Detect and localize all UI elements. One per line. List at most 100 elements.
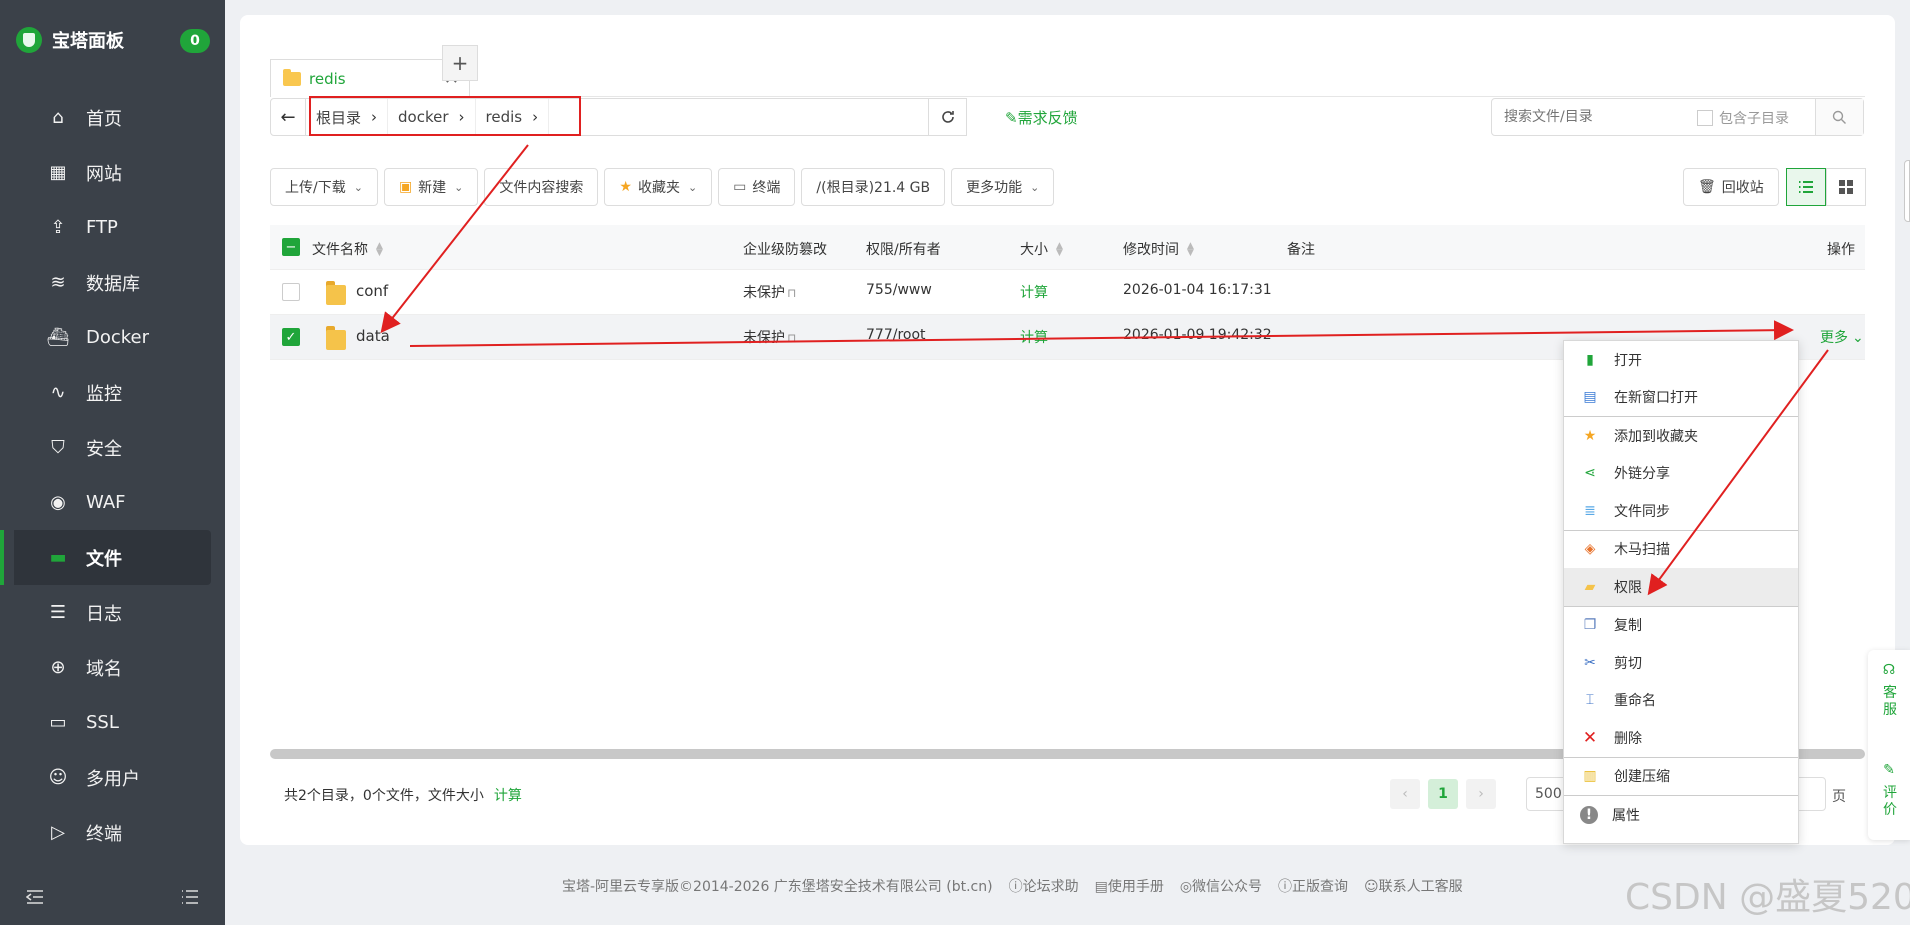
- add-tab-button[interactable]: +: [442, 45, 478, 81]
- recycle-bin-button[interactable]: 🗑 回收站: [1683, 168, 1779, 206]
- menu-item-11[interactable]: ▥ 创建压缩: [1564, 758, 1798, 796]
- menu-item-0[interactable]: ▮ 打开: [1564, 341, 1798, 379]
- more-functions-button[interactable]: 更多功能 ⌄: [951, 168, 1055, 206]
- footer-link-wechat[interactable]: ◎微信公众号: [1180, 876, 1262, 896]
- collapse-sidebar-icon[interactable]: [26, 889, 44, 905]
- include-subdir-label: 包含子目录: [1719, 111, 1789, 127]
- chevron-down-icon: ⌄: [1030, 180, 1040, 194]
- table-row[interactable]: conf 未保护 ⊓ 755/www 计算 2026-01-04 16:17:31: [270, 270, 1865, 315]
- terminal-label: 终端: [752, 180, 781, 196]
- menu-item-label: 文件同步: [1614, 503, 1670, 520]
- back-arrow-icon[interactable]: ←: [270, 98, 306, 136]
- content-search-button[interactable]: 文件内容搜索: [484, 168, 599, 206]
- feedback-link[interactable]: ✎需求反馈: [1005, 107, 1078, 128]
- tab-redis[interactable]: redis ✕: [270, 59, 470, 97]
- row-checkbox[interactable]: ✓: [282, 328, 300, 346]
- upload-label: 上传/下载: [285, 180, 346, 196]
- select-all-checkbox[interactable]: −: [282, 238, 300, 256]
- menu-item-label: 在新窗口打开: [1614, 390, 1698, 407]
- terminal-button[interactable]: ▭ 终端: [718, 168, 796, 206]
- menu-item-4[interactable]: ≣ 文件同步: [1564, 492, 1798, 530]
- page-1-button[interactable]: 1: [1428, 779, 1458, 809]
- refresh-icon[interactable]: [929, 98, 967, 136]
- next-page-icon[interactable]: ›: [1466, 779, 1496, 809]
- sidebar-item-3[interactable]: ≋ 数据库: [0, 255, 225, 310]
- context-menu: ▮ 打开 ▤ 在新窗口打开 ★ 添加到收藏夹 ⋖ 外链分享 ≣ 文件同步 ◈ 木马扫描 ▰ 权限 ❐ 复制 ✂ 剪…: [1563, 340, 1799, 844]
- sidebar-item-13[interactable]: ▷ 终端: [0, 805, 225, 860]
- menu-item-7[interactable]: ❐ 复制: [1564, 607, 1798, 645]
- shield-icon: ⛉: [51, 437, 65, 458]
- menu-item-label: 重命名: [1614, 693, 1656, 710]
- list-view-icon[interactable]: [1786, 168, 1826, 206]
- stats-calc-link[interactable]: 计算: [494, 788, 522, 804]
- menu-item-12[interactable]: ! 属性: [1564, 796, 1798, 834]
- sidebar-item-8[interactable]: ▬ 文件: [0, 530, 211, 585]
- prev-page-icon[interactable]: ‹: [1390, 779, 1420, 809]
- grid-view-icon[interactable]: [1826, 168, 1866, 206]
- sidebar-item-2[interactable]: ⇪ FTP: [0, 200, 225, 255]
- file-name[interactable]: data: [356, 327, 390, 345]
- sidebar-item-0[interactable]: ⌂ 首页: [0, 90, 225, 145]
- sidebar-item-7[interactable]: ◉ WAF: [0, 475, 225, 530]
- sidebar-item-12[interactable]: ☺ 多用户: [0, 750, 225, 805]
- annotation-box: [309, 96, 581, 136]
- sidebar-item-9[interactable]: ☰ 日志: [0, 585, 225, 640]
- tab-label: redis: [309, 69, 346, 88]
- menu-item-6[interactable]: ▰ 权限: [1564, 568, 1798, 606]
- customer-service-button[interactable]: ☊ 客服: [1868, 660, 1910, 740]
- disk-usage-button[interactable]: /(根目录)21.4 GB: [801, 168, 946, 206]
- size-calc-link[interactable]: 计算: [1020, 282, 1048, 302]
- tamper-status[interactable]: 未保护 ⊓: [743, 327, 796, 347]
- footer-link-manual[interactable]: ▤使用手册: [1095, 876, 1164, 896]
- col-mtime[interactable]: 修改时间 ▲ ▼: [1123, 239, 1194, 259]
- menu-item-9[interactable]: ⌶ 重命名: [1564, 682, 1798, 720]
- menu-item-3[interactable]: ⋖ 外链分享: [1564, 455, 1798, 493]
- new-button[interactable]: ▣ 新建 ⌄: [383, 168, 479, 206]
- footer-link-verify[interactable]: ⓘ正版查询: [1278, 876, 1348, 896]
- tamper-status[interactable]: 未保护 ⊓: [743, 282, 796, 302]
- sidebar-item-1[interactable]: ▦ 网站: [0, 145, 225, 200]
- menu-item-2[interactable]: ★ 添加到收藏夹: [1564, 417, 1798, 455]
- headset-icon: ☊: [1882, 662, 1896, 678]
- checkbox[interactable]: [1697, 110, 1713, 126]
- menu-item-8[interactable]: ✂ 剪切: [1564, 644, 1798, 682]
- folder-icon: [283, 68, 301, 86]
- permission-owner[interactable]: 777/root: [866, 327, 926, 343]
- permission-owner[interactable]: 755/www: [866, 282, 932, 298]
- menu-item-1[interactable]: ▤ 在新窗口打开: [1564, 379, 1798, 417]
- sidebar-item-label: 安全: [86, 438, 122, 460]
- sidebar-item-5[interactable]: ∿ 监控: [0, 365, 225, 420]
- tamper-label: 未保护: [743, 330, 785, 346]
- include-subdir-checkbox[interactable]: 包含子目录: [1697, 108, 1789, 128]
- sidebar-item-label: 日志: [86, 603, 122, 625]
- favorites-button[interactable]: ★ 收藏夹 ⌄: [604, 168, 713, 206]
- footer-link-forum[interactable]: ⓘ论坛求助: [1009, 876, 1079, 896]
- sidebar-item-6[interactable]: ⛉ 安全: [0, 420, 225, 475]
- bt-logo-icon: [16, 27, 42, 53]
- col-size[interactable]: 大小 ▲ ▼: [1020, 239, 1063, 259]
- menu-list-icon[interactable]: [181, 889, 199, 905]
- row-checkbox[interactable]: [282, 283, 300, 301]
- sidebar-item-11[interactable]: ▭ SSL: [0, 695, 225, 750]
- upload-download-button[interactable]: 上传/下载 ⌄: [270, 168, 378, 206]
- sidebar-item-label: 监控: [86, 383, 122, 405]
- more-actions-button[interactable]: 更多 ⌄: [1820, 327, 1864, 347]
- search-input[interactable]: [1504, 99, 1704, 135]
- toolbar: 上传/下载 ⌄ ▣ 新建 ⌄ 文件内容搜索 ★ 收藏夹 ⌄ ▭ 终端 /(根目录)21.4 …: [270, 168, 1055, 206]
- menu-item-5[interactable]: ◈ 木马扫描: [1564, 531, 1798, 569]
- notification-badge[interactable]: 0: [180, 29, 210, 53]
- feedback-label: 需求反馈: [1017, 109, 1078, 127]
- star-icon: ★: [619, 179, 632, 195]
- sidebar-item-10[interactable]: ⊕ 域名: [0, 640, 225, 695]
- edge-handle[interactable]: [1904, 160, 1910, 222]
- link-label: 正版查询: [1292, 879, 1349, 895]
- menu-item-10[interactable]: ✕ 删除: [1564, 719, 1798, 757]
- review-button[interactable]: ✎ 评价: [1868, 760, 1910, 840]
- size-calc-link[interactable]: 计算: [1020, 327, 1048, 347]
- file-name[interactable]: conf: [356, 282, 388, 300]
- sidebar-item-4[interactable]: ⛴ Docker: [0, 310, 225, 365]
- col-name[interactable]: 文件名称 ▲ ▼: [312, 239, 383, 259]
- sidebar-item-label: Docker: [86, 327, 150, 348]
- search-icon[interactable]: [1815, 99, 1863, 135]
- footer-link-support[interactable]: ☺联系人工客服: [1364, 876, 1463, 896]
